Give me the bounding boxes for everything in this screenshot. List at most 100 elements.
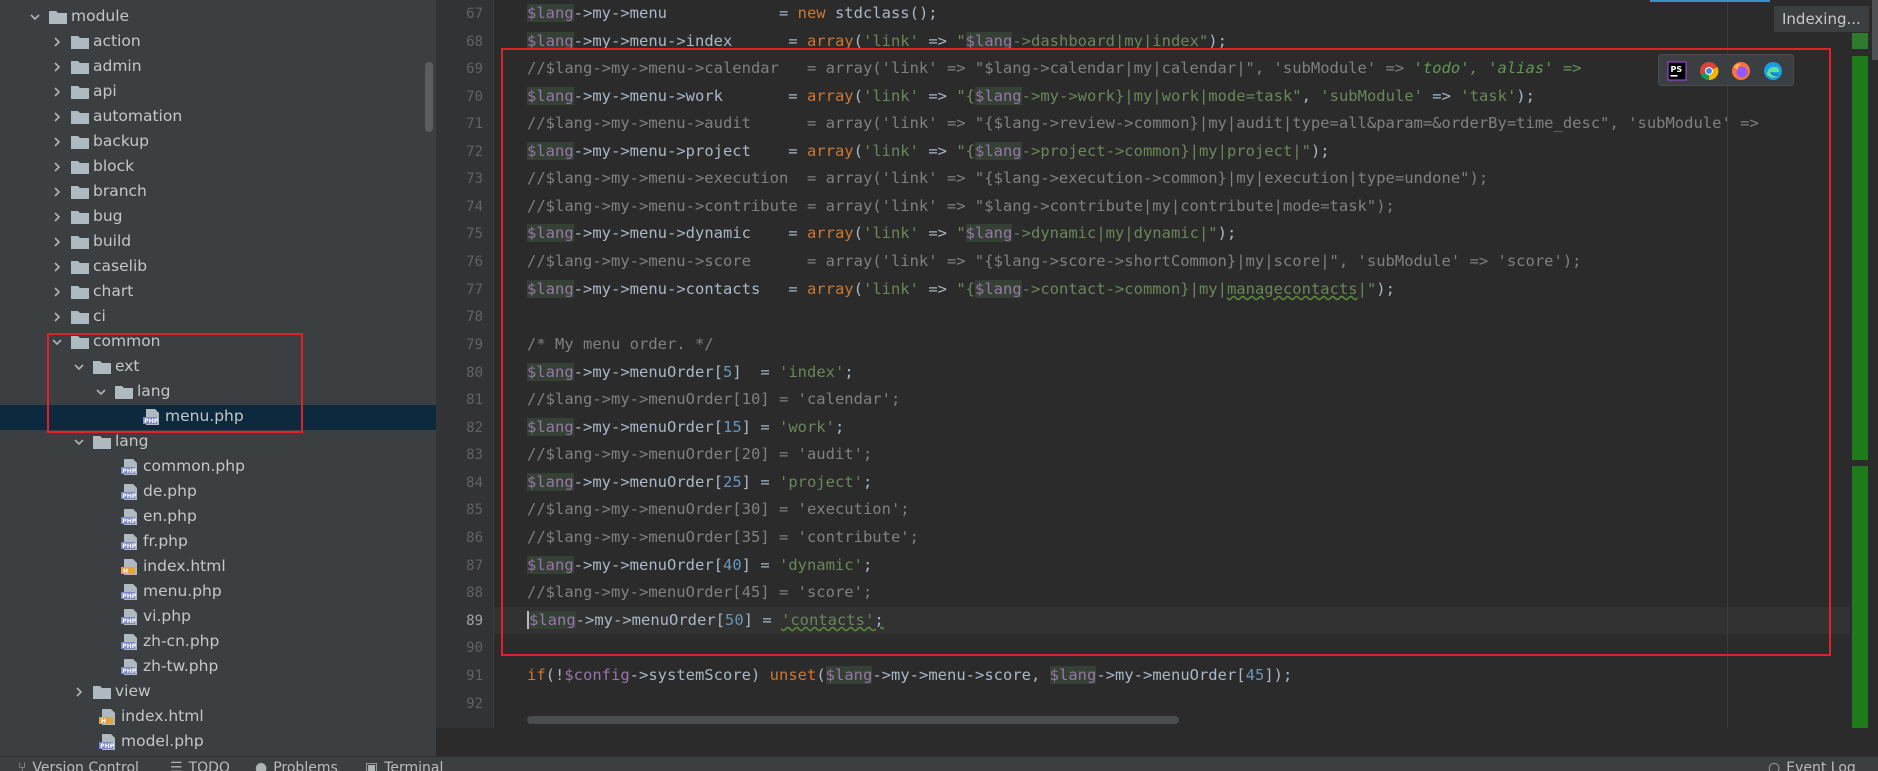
tree-folder[interactable]: backup <box>0 130 436 155</box>
svg-text:PHP: PHP <box>122 493 136 500</box>
branch-icon: ⑂ <box>18 760 27 771</box>
php-file-icon: PHP <box>120 633 140 651</box>
tab-label: Problems <box>273 760 338 771</box>
svg-text:PHP: PHP <box>122 543 136 550</box>
tree-file[interactable]: Hindex.html <box>0 705 436 730</box>
code-token: new <box>797 4 826 22</box>
code-line[interactable]: $lang->my->menu = new stdclass(); <box>527 0 938 27</box>
tree-item-label: de.php <box>143 482 197 500</box>
tree-item-label: fr.php <box>143 532 188 550</box>
code-token: $lang <box>1049 666 1097 684</box>
tree-file[interactable]: PHP common.php <box>0 455 436 480</box>
folder-icon <box>70 233 90 251</box>
code-token: if <box>527 666 546 684</box>
line-number: 76 <box>466 254 483 270</box>
folder-icon <box>70 58 90 76</box>
chevron-right-icon[interactable] <box>50 234 64 250</box>
tree-file[interactable]: PHP zh-tw.php <box>0 655 436 680</box>
tree-file[interactable]: Hindex.html <box>0 555 436 580</box>
chevron-right-icon[interactable] <box>50 134 64 150</box>
tree-item-label: vi.php <box>143 607 191 625</box>
line-number: 67 <box>466 6 483 22</box>
chevron-right-icon[interactable] <box>50 209 64 225</box>
tree-folder[interactable]: automation <box>0 105 436 130</box>
indexing-status: Indexing... <box>1774 6 1869 32</box>
chevron-down-icon[interactable] <box>28 9 42 25</box>
line-number: 86 <box>466 530 483 546</box>
tree-item-label: block <box>93 157 135 175</box>
line-number: 79 <box>466 337 483 353</box>
warning-icon: ● <box>255 760 268 771</box>
tree-folder[interactable]: block <box>0 155 436 180</box>
todo-tab[interactable]: ☰ TODO <box>170 760 230 771</box>
code-token: ->my->menu = <box>573 4 798 22</box>
line-number: 92 <box>466 696 483 712</box>
tree-folder[interactable]: bug <box>0 205 436 230</box>
line-number: 90 <box>466 640 483 656</box>
chevron-right-icon[interactable] <box>50 159 64 175</box>
tree-item-label: module <box>71 7 130 25</box>
tree-file[interactable]: PHP model.php <box>0 730 436 755</box>
tree-folder[interactable]: chart <box>0 280 436 305</box>
chevron-right-icon[interactable] <box>50 109 64 125</box>
tree-item-label: branch <box>93 182 147 200</box>
tree-item-label: index.html <box>143 557 226 575</box>
tree-file[interactable]: PHP fr.php <box>0 530 436 555</box>
chevron-right-icon[interactable] <box>50 309 64 325</box>
folder-icon <box>48 8 68 26</box>
vertical-scrollbar-thumb[interactable] <box>1852 56 1868 460</box>
line-number: 77 <box>466 282 483 298</box>
chevron-right-icon[interactable] <box>50 84 64 100</box>
tree-item-label: action <box>93 32 141 50</box>
line-number: 68 <box>466 34 483 50</box>
project-tree-scrollbar[interactable] <box>425 62 433 132</box>
tree-folder[interactable]: ci <box>0 305 436 330</box>
tree-folder[interactable]: view <box>0 680 436 705</box>
problems-tab[interactable]: ● Problems <box>255 760 338 771</box>
tree-file[interactable]: PHP vi.php <box>0 605 436 630</box>
inspection-widget[interactable] <box>1872 0 1878 60</box>
chevron-down-icon[interactable] <box>72 434 86 450</box>
chevron-right-icon[interactable] <box>50 184 64 200</box>
code-token: $lang <box>825 666 873 684</box>
folder-icon <box>92 433 112 451</box>
tree-item-label: view <box>115 682 151 700</box>
line-number: 89 <box>466 613 483 629</box>
folder-icon <box>70 258 90 276</box>
horizontal-scrollbar[interactable] <box>527 716 1179 724</box>
svg-text:PHP: PHP <box>122 518 136 525</box>
line-number: 80 <box>466 365 483 381</box>
code-token: ->my->menu->score, <box>872 666 1050 684</box>
tree-folder[interactable]: api <box>0 80 436 105</box>
tree-item-label: common.php <box>143 457 245 475</box>
tree-file[interactable]: PHP zh-cn.php <box>0 630 436 655</box>
version-control-tab[interactable]: ⑂ Version Control <box>18 760 139 771</box>
code-token: stdclass(); <box>825 4 938 22</box>
tree-folder[interactable]: lang <box>0 430 436 455</box>
tree-folder[interactable]: admin <box>0 55 436 80</box>
tree-file[interactable]: PHP de.php <box>0 480 436 505</box>
tree-file[interactable]: PHP en.php <box>0 505 436 530</box>
chevron-right-icon[interactable] <box>72 684 86 700</box>
list-icon: ☰ <box>170 760 183 771</box>
chevron-right-icon[interactable] <box>50 34 64 50</box>
tree-item-label: chart <box>93 282 134 300</box>
folder-icon <box>92 683 112 701</box>
tree-folder[interactable]: module <box>0 5 436 30</box>
event-log-tab[interactable]: ○ Event Log <box>1768 760 1856 771</box>
tree-folder[interactable]: branch <box>0 180 436 205</box>
php-file-icon: PHP <box>120 533 140 551</box>
chevron-right-icon[interactable] <box>50 284 64 300</box>
terminal-tab[interactable]: ▣ Terminal <box>365 760 443 771</box>
code-line[interactable]: if(!$config->systemScore) unset($lang->m… <box>527 662 1292 689</box>
chevron-right-icon[interactable] <box>50 59 64 75</box>
tree-folder[interactable]: action <box>0 30 436 55</box>
tree-folder[interactable]: build <box>0 230 436 255</box>
tree-file[interactable]: PHP menu.php <box>0 580 436 605</box>
folder-icon <box>70 83 90 101</box>
folder-icon <box>70 283 90 301</box>
chevron-right-icon[interactable] <box>50 259 64 275</box>
tree-folder[interactable]: caselib <box>0 255 436 280</box>
tree-item-label: index.html <box>121 707 204 725</box>
line-number: 70 <box>466 89 483 105</box>
